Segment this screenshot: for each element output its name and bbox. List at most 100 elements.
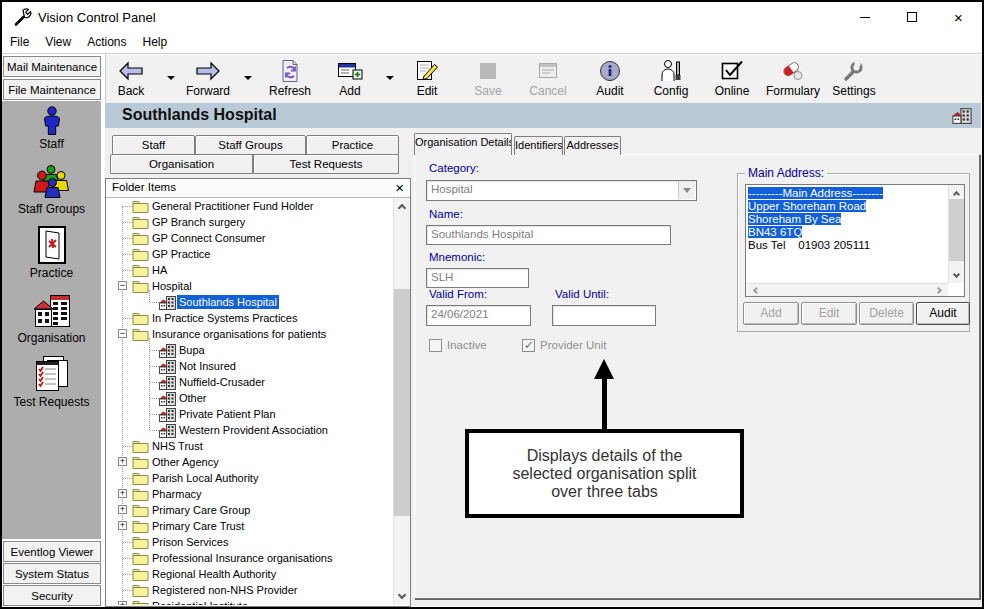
address-line[interactable]: Shoreham By Sea	[748, 213, 947, 226]
maximize-button[interactable]	[888, 2, 935, 32]
address-audit-button[interactable]: Audit	[916, 302, 970, 325]
scroll-up-icon[interactable]	[394, 198, 410, 214]
address-line[interactable]: Bus Tel 01903 205111	[748, 239, 947, 252]
sidebar-item-staff-groups[interactable]: Staff Groups	[2, 160, 101, 216]
tree-line	[149, 338, 150, 430]
sidebar-button-mail-maintenance[interactable]: Mail Maintenance	[3, 56, 101, 77]
address-line[interactable]: Upper Shoreham Road	[748, 200, 947, 213]
cancel-icon	[519, 58, 577, 83]
expand-icon[interactable]: +	[118, 505, 127, 514]
collapse-icon[interactable]: −	[118, 329, 127, 338]
toolbar-button-add[interactable]: Add	[321, 58, 379, 101]
expand-icon[interactable]: +	[118, 521, 127, 530]
toolbar-button-edit[interactable]: Edit	[398, 58, 456, 101]
toolbar-button-back[interactable]: Back	[102, 58, 160, 101]
valid-until-field[interactable]	[552, 305, 656, 326]
toolbar-dropdown-add[interactable]	[386, 76, 394, 80]
category-dropdown[interactable]: Hospital	[426, 180, 697, 201]
menu-help[interactable]: Help	[135, 32, 176, 53]
tree-item-pharmacy[interactable]: +Pharmacy	[106, 486, 393, 502]
tree-item-gp-branch-surgery[interactable]: GP Branch surgery	[106, 214, 393, 230]
tree-item-residential-institute[interactable]: +Residential Institute	[106, 598, 393, 605]
expand-icon[interactable]: +	[118, 601, 127, 605]
address-vertical-scrollbar[interactable]	[948, 185, 964, 283]
name-field[interactable]: Southlands Hospital	[426, 225, 671, 245]
expand-icon[interactable]: +	[118, 457, 127, 466]
menu-view[interactable]: View	[37, 32, 79, 53]
menu-file[interactable]: File	[2, 32, 37, 53]
expand-icon[interactable]: +	[118, 489, 127, 498]
folder-panel-close-icon[interactable]: ×	[395, 179, 404, 196]
sidebar-button-system-status[interactable]: System Status	[3, 563, 101, 584]
scroll-down-icon[interactable]	[949, 269, 964, 283]
tree-item-regional-health-authority[interactable]: Regional Health Authority	[106, 566, 393, 582]
checkbox-inactive[interactable]	[429, 339, 442, 352]
tree-item-label: Nuffield-Crusader	[177, 375, 267, 389]
tree-item-nhs-trust[interactable]: NHS Trust	[106, 438, 393, 454]
sidebar-button-eventlog-viewer[interactable]: Eventlog Viewer	[3, 541, 101, 562]
tree-item-other-agency[interactable]: +Other Agency	[106, 454, 393, 470]
valid-until-label: Valid Until:	[555, 288, 609, 300]
toolbar-dropdown-forward[interactable]	[244, 76, 252, 80]
sidebar-item-practice[interactable]: Practice	[2, 224, 101, 280]
toolbar-button-config[interactable]: Config	[642, 58, 700, 101]
annotation-arrow-head	[594, 359, 614, 379]
tree-item-label: HA	[150, 263, 169, 277]
menu-actions[interactable]: Actions	[79, 32, 134, 53]
collapse-icon[interactable]: −	[118, 281, 127, 290]
tree-item-in-practice-systems-practices[interactable]: In Practice Systems Practices	[106, 310, 393, 326]
address-horizontal-scrollbar[interactable]	[746, 283, 948, 296]
minimize-button[interactable]	[841, 2, 888, 32]
tab-staff-groups[interactable]: Staff Groups	[195, 135, 306, 155]
tree-item-ha[interactable]: HA	[106, 262, 393, 278]
tab-practice[interactable]: Practice	[306, 135, 399, 155]
tree-item-parish-local-authority[interactable]: Parish Local Authority	[106, 470, 393, 486]
toolbar-dropdown-back[interactable]	[167, 76, 175, 80]
address-line[interactable]: BN43 6TQ	[748, 226, 947, 239]
main-address-listbox[interactable]: ---------Main Address--------Upper Shore…	[745, 184, 965, 297]
scroll-left-icon[interactable]	[748, 284, 760, 296]
detail-tab-addresses[interactable]: Addresses	[564, 136, 621, 155]
toolbar-button-audit[interactable]: Audit	[581, 58, 639, 101]
toolbar-button-forward[interactable]: Forward	[179, 58, 237, 101]
scroll-up-icon[interactable]	[949, 185, 964, 199]
scroll-down-icon[interactable]	[394, 589, 410, 605]
close-button[interactable]: ×	[935, 2, 982, 32]
tree-connector	[123, 206, 132, 207]
address-line[interactable]: ---------Main Address--------	[748, 187, 947, 200]
address-scrollbar-thumb[interactable]	[949, 199, 964, 261]
valid-from-field[interactable]: 24/06/2021	[426, 305, 531, 326]
tree-item-prison-services[interactable]: Prison Services	[106, 534, 393, 550]
tree-item-primary-care-group[interactable]: +Primary Care Group	[106, 502, 393, 518]
checkbox-provider-unit[interactable]: ✓	[522, 339, 535, 352]
tree-scrollbar-thumb[interactable]	[394, 289, 410, 516]
tab-test-requests[interactable]: Test Requests	[253, 154, 399, 174]
toolbar-button-online[interactable]: Online	[703, 58, 761, 101]
tree-scrollbar[interactable]	[393, 198, 410, 605]
tree-item-registered-non-nhs-provider[interactable]: Registered non-NHS Provider	[106, 582, 393, 598]
detail-tab-identifiers[interactable]: Identifiers	[514, 136, 563, 155]
tree-item-gp-practice[interactable]: GP Practice	[106, 246, 393, 262]
toolbar-button-refresh[interactable]: Refresh	[261, 58, 319, 101]
tree-item-general-practitioner-fund-holder[interactable]: General Practitioner Fund Holder	[106, 198, 393, 214]
tree-item-label: Bupa	[177, 343, 207, 357]
tree-item-gp-connect-consumer[interactable]: GP Connect Consumer	[106, 230, 393, 246]
sidebar-item-staff[interactable]: Staff	[2, 105, 101, 151]
tab-staff[interactable]: Staff	[112, 135, 195, 155]
tree-item-professional-insurance-organisations[interactable]: Professional Insurance organisations	[106, 550, 393, 566]
category-dropdown-button[interactable]	[678, 182, 695, 199]
toolbar-button-formulary[interactable]: Formulary	[764, 58, 822, 101]
toolbar-label: Formulary	[764, 84, 822, 98]
scroll-right-icon[interactable]	[934, 284, 946, 296]
sidebar-item-test-requests[interactable]: Test Requests	[2, 353, 101, 409]
sidebar-item-organisation[interactable]: Organisation	[2, 291, 101, 345]
tree-item-primary-care-trust[interactable]: +Primary Care Trust	[106, 518, 393, 534]
toolbar-button-settings[interactable]: Settings	[825, 58, 883, 101]
organisation-icon	[2, 291, 101, 329]
save-icon	[459, 58, 517, 83]
detail-tab-organisation-details[interactable]: Organisation Details	[414, 133, 512, 155]
tab-organisation[interactable]: Organisation	[110, 154, 253, 174]
sidebar-button-security[interactable]: Security	[3, 585, 101, 606]
sidebar-button-file-maintenance[interactable]: File Maintenance	[3, 79, 101, 100]
mnemonic-field[interactable]: SLH	[426, 268, 529, 288]
